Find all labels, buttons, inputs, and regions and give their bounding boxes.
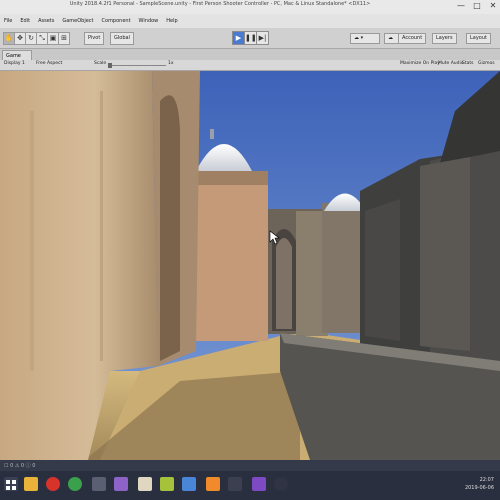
menu-component[interactable]: Component xyxy=(102,18,131,24)
app-icon-1[interactable] xyxy=(114,477,128,491)
menu-gameobject[interactable]: GameObject xyxy=(62,18,93,24)
chrome-icon[interactable] xyxy=(68,477,82,491)
game-viewport[interactable] xyxy=(0,71,500,460)
game-tab-label: Game xyxy=(6,53,21,59)
clock-date: 2019-06-06 xyxy=(464,485,494,491)
main-toolbar: ✋ ✥ ↻ ⤡ ▣ ⊞ Pivot Global ▶ ❚❚ ▶| ☁ ▾ ☁ A… xyxy=(0,28,500,49)
window-title: Unity 2018.4.2f1 Personal - SampleScene.… xyxy=(69,1,371,7)
menu-file[interactable]: File xyxy=(4,18,12,24)
center-tower xyxy=(190,171,268,341)
unity-status-strip: ☐ 0 ⚠ 0 ⓘ 0 xyxy=(0,460,500,471)
scale-label: Scale xyxy=(94,61,107,66)
clock-time: 22:07 xyxy=(479,477,494,483)
unity-icon[interactable] xyxy=(228,477,242,491)
collab-button[interactable]: ☁ ▾ xyxy=(350,33,380,44)
layers-dropdown[interactable]: Layers xyxy=(432,33,457,44)
visual-studio-icon[interactable] xyxy=(252,477,266,491)
app-icon-5[interactable] xyxy=(206,477,220,491)
file-explorer-icon[interactable] xyxy=(24,477,38,491)
menu-bar: File Edit Assets GameObject Component Wi… xyxy=(0,14,500,28)
aspect-dropdown[interactable]: Free Aspect xyxy=(36,61,62,66)
pivot-toggle[interactable]: Pivot xyxy=(84,32,105,45)
maximize-on-play-toggle[interactable]: Maximize On Play xyxy=(400,61,440,66)
minimize-button[interactable]: — xyxy=(456,2,466,10)
menu-help[interactable]: Help xyxy=(166,18,177,24)
tab-game[interactable]: Game xyxy=(2,50,32,60)
play-controls: ▶ ❚❚ ▶| xyxy=(232,31,269,45)
app-icon-2[interactable] xyxy=(138,477,152,491)
mute-audio-toggle[interactable]: Mute Audio xyxy=(438,61,464,66)
window-controls: — □ ✕ xyxy=(456,2,498,10)
opera-icon[interactable] xyxy=(46,477,60,491)
display-dropdown[interactable]: Display 1 xyxy=(4,61,25,66)
app-icon-3[interactable] xyxy=(160,477,174,491)
app-icon-6[interactable] xyxy=(274,477,288,491)
scale-slider-handle[interactable] xyxy=(108,63,112,68)
menu-window[interactable]: Window xyxy=(139,18,159,24)
maximize-button[interactable]: □ xyxy=(472,2,482,10)
game-scene xyxy=(0,71,500,460)
windows-start-icon[interactable] xyxy=(4,477,18,491)
scale-value: 1x xyxy=(168,61,174,66)
console-counts: ☐ 0 ⚠ 0 ⓘ 0 xyxy=(4,463,36,469)
app-icon-4[interactable] xyxy=(182,477,196,491)
account-dropdown[interactable]: Account xyxy=(398,33,427,44)
menu-assets[interactable]: Assets xyxy=(38,18,54,24)
step-icon[interactable]: ▶| xyxy=(256,31,269,45)
transform-icon[interactable]: ⊞ xyxy=(58,32,70,45)
transform-tools: ✋ ✥ ↻ ⤡ ▣ ⊞ xyxy=(3,32,70,45)
global-toggle[interactable]: Global xyxy=(110,32,134,45)
stats-toggle[interactable]: Stats xyxy=(462,61,474,66)
windows-taskbar: ☐ 0 ⚠ 0 ⓘ 0 22:07 2019-06-06 xyxy=(0,460,500,500)
unity-hub-icon[interactable] xyxy=(92,477,106,491)
game-tab-strip: Game xyxy=(0,49,500,60)
gizmos-dropdown[interactable]: Gizmos xyxy=(478,61,495,66)
scale-slider[interactable] xyxy=(108,63,166,68)
game-view-bar: Display 1 Free Aspect Scale 1x Maximize … xyxy=(0,60,500,71)
close-button[interactable]: ✕ xyxy=(488,2,498,10)
system-clock[interactable]: 22:07 2019-06-06 xyxy=(465,476,494,492)
title-bar: Unity 2018.4.2f1 Personal - SampleScene.… xyxy=(0,0,500,15)
layout-dropdown[interactable]: Layout xyxy=(466,33,491,44)
menu-edit[interactable]: Edit xyxy=(20,18,30,24)
